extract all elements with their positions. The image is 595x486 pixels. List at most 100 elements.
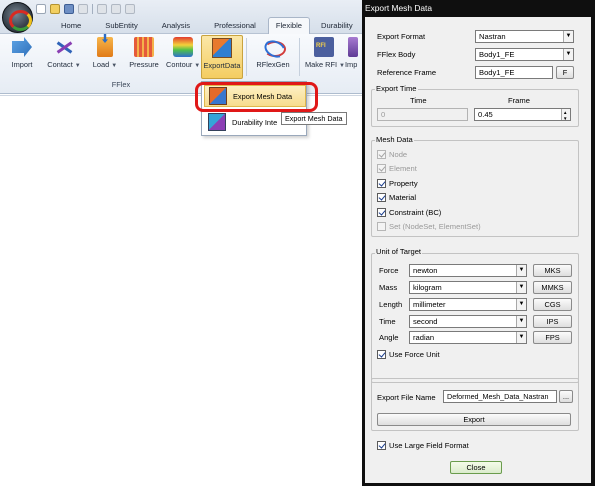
application-menu-button[interactable]: [2, 2, 33, 33]
export-data-button[interactable]: ExportData: [201, 35, 243, 79]
make-rfi-icon: [314, 37, 334, 57]
ribbon-separator: [246, 38, 247, 76]
property-label: Property: [389, 179, 418, 188]
redo-icon[interactable]: [111, 3, 121, 14]
chevron-down-icon[interactable]: ▼: [516, 316, 526, 327]
use-force-unit-checkbox[interactable]: Use Force Unit: [377, 350, 440, 359]
tab-home[interactable]: Home: [34, 17, 93, 34]
tooltip: Export Mesh Data: [281, 112, 347, 125]
cgs-button[interactable]: CGS: [533, 298, 572, 311]
mmks-button[interactable]: MMKS: [533, 281, 572, 294]
checkbox-box[interactable]: [377, 441, 386, 450]
spin-arrows-icon[interactable]: [561, 109, 570, 120]
make-rfi-button[interactable]: Make RFI▼: [305, 37, 345, 77]
export-data-icon: [212, 38, 232, 58]
force-unit-select[interactable]: newton ▼: [409, 264, 527, 277]
material-checkbox[interactable]: Material: [377, 193, 416, 202]
make-rfi-label: Make RFI: [305, 60, 338, 69]
use-large-field-format-label: Use Large Field Format: [389, 441, 469, 450]
node-checkbox: Node: [377, 150, 407, 159]
time-field: 0: [377, 108, 468, 121]
angle-unit-select[interactable]: radian ▼: [409, 331, 527, 344]
export-file-name-field[interactable]: Deformed_Mesh_Data_Nastran: [443, 390, 557, 403]
load-icon: [97, 37, 113, 57]
contour-button[interactable]: Contour ▼: [166, 37, 200, 77]
chevron-down-icon[interactable]: ▼: [563, 31, 573, 42]
fflex-body-select[interactable]: Body1_FE ▼: [475, 48, 574, 61]
export-file-name-label: Export File Name: [377, 393, 436, 402]
frame-value: 0.45: [478, 110, 493, 119]
open-folder-icon[interactable]: [50, 3, 60, 14]
frame-spinbox[interactable]: 0.45: [474, 108, 571, 121]
pressure-icon: [134, 37, 154, 57]
checkbox-box[interactable]: [377, 193, 386, 202]
ribbon-tabs: Home SubEntity Analysis Professional Fle…: [34, 17, 362, 35]
angle-unit-value: radian: [413, 333, 435, 342]
tab-durability[interactable]: Durability: [310, 17, 362, 34]
mass-unit-select[interactable]: kilogram ▼: [409, 281, 527, 294]
pressure-button[interactable]: Pressure: [127, 37, 161, 77]
reference-frame-field[interactable]: Body1_FE: [475, 66, 553, 79]
constraint-checkbox[interactable]: Constraint (BC): [377, 208, 441, 217]
import-button[interactable]: Import: [6, 37, 38, 77]
length-unit-select[interactable]: millimeter ▼: [409, 298, 527, 311]
property-checkbox[interactable]: Property: [377, 179, 418, 188]
time-unit-label: Time: [379, 317, 396, 326]
contact-button[interactable]: Contact ▼: [46, 37, 82, 77]
import-rfi-icon: [348, 37, 358, 57]
undo-icon[interactable]: [97, 3, 107, 14]
unit-of-target-group-title: Unit of Target: [375, 247, 423, 256]
chevron-down-icon[interactable]: ▼: [516, 282, 526, 293]
contact-label: Contact: [47, 60, 73, 69]
browse-button[interactable]: ...: [559, 390, 573, 403]
dialog-title[interactable]: Export Mesh Data: [362, 0, 595, 17]
quick-access-toolbar: [36, 1, 135, 16]
customize-toolbar-icon[interactable]: [125, 3, 135, 14]
reference-frame-button[interactable]: F: [556, 66, 574, 79]
checkbox-box[interactable]: [377, 179, 386, 188]
toolbar-separator: [92, 3, 93, 14]
import-icon: [12, 37, 32, 57]
load-label: Load: [92, 60, 110, 69]
import-rfi-button[interactable]: Imp: [345, 37, 362, 77]
export-button[interactable]: Export: [377, 413, 571, 426]
export-time-group-title: Export Time: [375, 84, 418, 93]
fps-button[interactable]: FPS: [533, 331, 572, 344]
dialog-body: Export Format Nastran ▼ FFlex Body Body1…: [365, 17, 591, 483]
export-format-select[interactable]: Nastran ▼: [475, 30, 574, 43]
tab-analysis[interactable]: Analysis: [150, 17, 202, 34]
chevron-down-icon[interactable]: ▼: [516, 299, 526, 310]
new-file-icon[interactable]: [36, 3, 46, 14]
highlight-annotation: [195, 82, 318, 112]
time-unit-select[interactable]: second ▼: [409, 315, 527, 328]
save-icon[interactable]: [64, 3, 74, 14]
set-checkbox: Set (NodeSet, ElementSet): [377, 222, 481, 231]
element-checkbox: Element: [377, 164, 417, 173]
application-window: Home SubEntity Analysis Professional Fle…: [0, 0, 362, 486]
load-button[interactable]: Load ▼: [90, 37, 120, 77]
ips-button[interactable]: IPS: [533, 315, 572, 328]
use-large-field-format-checkbox[interactable]: Use Large Field Format: [377, 441, 469, 450]
export-mesh-data-dialog: Export Mesh Data Export Format Nastran ▼…: [362, 0, 595, 486]
length-label: Length: [379, 300, 403, 309]
checkbox-box[interactable]: [377, 350, 386, 359]
tab-flexible[interactable]: Flexible: [267, 17, 311, 35]
close-file-icon[interactable]: [78, 3, 88, 14]
chevron-down-icon[interactable]: ▼: [563, 49, 573, 60]
material-label: Material: [389, 193, 417, 202]
checkbox-box: [377, 164, 386, 173]
constraint-label: Constraint (BC): [389, 208, 442, 217]
tab-professional[interactable]: Professional: [202, 17, 268, 34]
mks-button[interactable]: MKS: [533, 264, 572, 277]
tab-subentity[interactable]: SubEntity: [93, 17, 150, 34]
frame-column-header: Frame: [508, 96, 530, 105]
chevron-down-icon[interactable]: ▼: [516, 332, 526, 343]
angle-label: Angle: [379, 333, 399, 342]
chevron-down-icon[interactable]: ▼: [516, 265, 526, 276]
close-button[interactable]: Close: [450, 461, 502, 474]
rflexgen-button[interactable]: RFlexGen: [253, 37, 293, 77]
contour-label: Contour: [166, 60, 193, 69]
chevron-down-icon: ▼: [194, 63, 201, 69]
checkbox-box[interactable]: [377, 208, 386, 217]
force-label: Force: [379, 266, 399, 275]
